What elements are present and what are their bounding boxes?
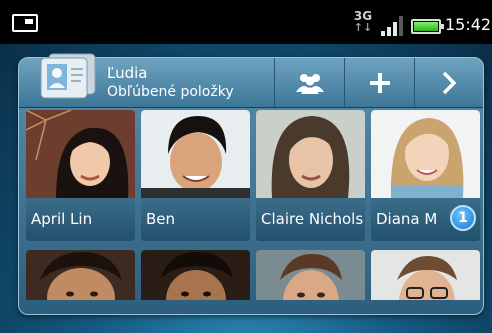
signal-icon	[381, 16, 407, 36]
contact-photo	[371, 110, 480, 198]
contact-tile[interactable]: Claire Nichols	[256, 110, 365, 241]
contact-photo	[26, 110, 135, 198]
contact-photo	[256, 110, 365, 198]
contact-name: Ben	[141, 198, 250, 241]
groups-button[interactable]	[274, 58, 344, 107]
people-widget: Ľudia Obľúbené položky April Lin Ben Cla…	[18, 53, 484, 315]
contact-photo	[141, 250, 250, 300]
widget-subtitle: Obľúbené položky	[107, 84, 234, 100]
battery-icon	[411, 19, 444, 34]
contact-tile[interactable]	[256, 250, 365, 300]
people-icon	[295, 73, 324, 94]
plus-icon	[369, 72, 390, 93]
contact-photo	[371, 250, 480, 300]
contact-photo	[141, 110, 250, 198]
next-button[interactable]	[414, 58, 483, 107]
notification-icon[interactable]	[12, 14, 38, 32]
contact-tile[interactable]: Diana M 1	[371, 110, 480, 241]
notification-badge: 1	[450, 205, 476, 231]
clock: 15:42	[445, 15, 492, 34]
widget-title: Ľudia	[107, 64, 148, 82]
add-contact-button[interactable]	[344, 58, 414, 107]
network-arrows: ↑↓	[353, 21, 373, 34]
contact-tile[interactable]: April Lin	[26, 110, 135, 241]
contact-photo	[256, 250, 365, 300]
status-bar: 3G ↑↓ 15:42	[0, 0, 492, 44]
contact-photo	[26, 250, 135, 300]
contact-name: April Lin	[26, 198, 135, 241]
contact-name: Claire Nichols	[256, 198, 365, 241]
network-indicator: 3G ↑↓	[352, 10, 374, 34]
contact-tile[interactable]	[371, 250, 480, 300]
contact-tile[interactable]	[26, 250, 135, 300]
widget-header: Ľudia Obľúbené položky	[19, 53, 483, 108]
contact-tile[interactable]	[141, 250, 250, 300]
chevron-right-icon	[442, 71, 457, 94]
contact-tile[interactable]: Ben	[141, 110, 250, 241]
contact-card-icon[interactable]	[39, 52, 97, 100]
